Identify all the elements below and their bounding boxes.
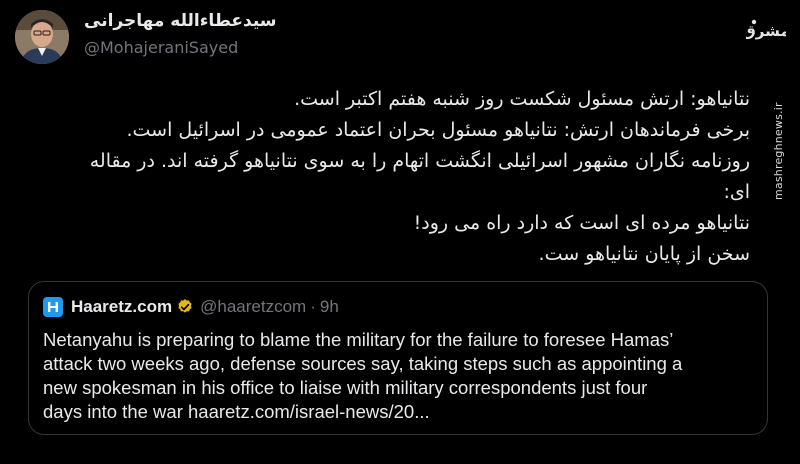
tweet-line: روزنامه نگاران مشهور اسرائیلی انگشت اتها… xyxy=(89,150,750,172)
tweet-line: برخی فرماندهان ارتش: نتانیاهو مسئول بحرا… xyxy=(126,119,750,141)
quoted-line: Netanyahu is preparing to blame the mili… xyxy=(43,329,674,350)
verified-badge-icon xyxy=(176,298,194,316)
mashregh-logo-icon: مشرق xyxy=(742,10,790,50)
quoted-author-name[interactable]: Haaretz.com xyxy=(71,297,172,317)
author-handle[interactable]: @MohajeraniSayed xyxy=(84,38,238,57)
quoted-tweet[interactable]: Haaretz.com @haaretzcom · 9h Netanyahu i… xyxy=(28,281,768,435)
quoted-timestamp[interactable]: 9h xyxy=(320,297,339,317)
mashregh-logo-text: مشرق xyxy=(746,22,786,40)
quoted-line[interactable]: days into the war haaretz.com/israel-new… xyxy=(43,400,755,424)
tweet-line: نتانیاهو: ارتش مسئول شکست روز شنبه هفتم … xyxy=(294,88,750,110)
author-name[interactable]: سیدعطاءالله مهاجرانی xyxy=(84,11,276,31)
haaretz-logo-icon xyxy=(43,297,63,317)
quoted-tweet-text: Netanyahu is preparing to blame the mili… xyxy=(43,328,755,424)
tweet-line: ای: xyxy=(723,181,750,203)
tweet-line: سخن از پایان نتانیاهو ست. xyxy=(538,243,750,265)
avatar-image xyxy=(15,10,69,64)
watermark-site: mashreghnews.ir xyxy=(772,102,785,200)
separator-dot: · xyxy=(310,297,316,316)
quoted-tweet-header: Haaretz.com @haaretzcom · 9h xyxy=(43,296,339,318)
tweet-line: نتانیاهو مرده ای است که دارد راه می رود! xyxy=(413,212,750,234)
quoted-line: new spokesman in his office to liaise wi… xyxy=(43,377,648,398)
avatar[interactable] xyxy=(15,10,69,64)
tweet-card: سیدعطاءالله مهاجرانی @MohajeraniSayed مش… xyxy=(0,0,800,464)
quoted-line: attack two weeks ago, defense sources sa… xyxy=(43,353,683,374)
tweet-body: نتانیاهو: ارتش مسئول شکست روز شنبه هفتم … xyxy=(40,84,750,270)
quoted-author-handle[interactable]: @haaretzcom xyxy=(200,297,306,317)
